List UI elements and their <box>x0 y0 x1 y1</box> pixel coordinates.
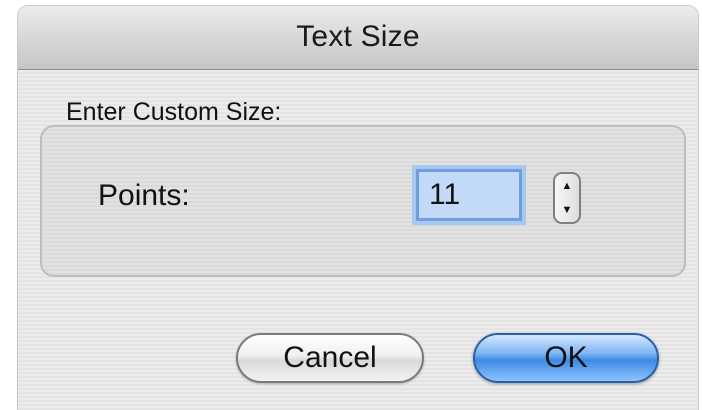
custom-size-group-label: Enter Custom Size: <box>66 98 282 126</box>
arrow-up-icon[interactable]: ▲ <box>555 174 579 198</box>
points-label: Points: <box>98 179 190 212</box>
arrow-down-icon[interactable]: ▼ <box>555 198 579 222</box>
ok-button[interactable]: OK <box>473 333 659 383</box>
points-stepper[interactable]: ▲ ▼ <box>553 172 581 224</box>
dialog-title: Text Size <box>296 20 420 53</box>
cancel-button[interactable]: Cancel <box>236 333 424 383</box>
title-bar[interactable]: Text Size <box>18 6 698 70</box>
points-input[interactable] <box>416 169 522 221</box>
text-size-dialog: Text Size Enter Custom Size: Points: ▲ ▼… <box>18 6 698 410</box>
